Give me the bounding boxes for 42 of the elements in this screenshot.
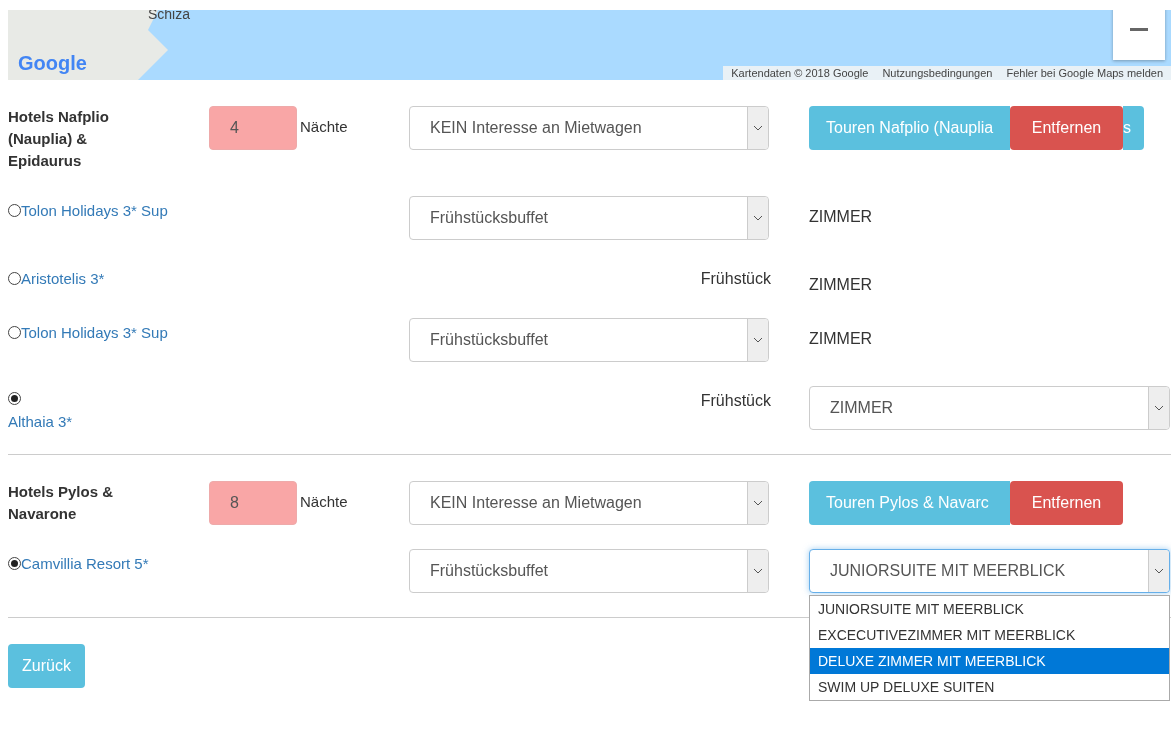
meal-label: Frühstück bbox=[700, 269, 771, 288]
dropdown-option[interactable]: SWIM UP DELUXE SUITEN bbox=[810, 674, 1169, 700]
nights-label: Nächte bbox=[300, 493, 348, 510]
nights-field[interactable]: 4 bbox=[209, 106, 297, 150]
hotel-link[interactable]: Tolon Holidays 3* Sup bbox=[21, 202, 168, 219]
room-label: ZIMMER bbox=[809, 207, 873, 226]
meal-label: Frühstück bbox=[700, 391, 771, 410]
chevron-icon bbox=[753, 215, 763, 221]
meal-select[interactable]: Frühstücksbuffet bbox=[409, 318, 769, 362]
chevron-icon bbox=[1154, 568, 1164, 574]
meal-select[interactable]: Frühstücksbuffet bbox=[409, 549, 769, 593]
chevron-icon bbox=[753, 125, 763, 131]
minus-icon bbox=[1130, 28, 1148, 32]
remove-button[interactable]: Entfernen bbox=[1010, 106, 1123, 150]
nights-label: Nächte bbox=[300, 118, 348, 135]
chevron-icon bbox=[753, 568, 763, 574]
chevron-icon bbox=[753, 500, 763, 506]
dropdown-option[interactable]: EXCECUTIVEZIMMER MIT MEERBLICK bbox=[810, 622, 1169, 648]
hotel-link[interactable]: Aristotelis 3* bbox=[21, 270, 105, 287]
map-attribution[interactable]: Fehler bei Google Maps melden bbox=[1006, 67, 1163, 79]
room-label: ZIMMER bbox=[809, 275, 873, 294]
chevron-icon bbox=[753, 337, 763, 343]
room-select[interactable]: ZIMMER bbox=[809, 386, 1170, 430]
room-label: ZIMMER bbox=[809, 329, 873, 348]
map-attribution[interactable]: Kartendaten © 2018 Google bbox=[731, 67, 869, 79]
dropdown-option[interactable]: JUNIORSUITE MIT MEERBLICK bbox=[810, 596, 1169, 622]
room-select[interactable]: JUNIORSUITE MIT MEERBLICK bbox=[809, 549, 1170, 593]
group-title: Hotels Nafplio (Nauplia) & Epidaurus bbox=[8, 107, 110, 171]
remove-button[interactable]: Entfernen bbox=[1010, 481, 1123, 525]
zoom-out-button[interactable] bbox=[1113, 10, 1165, 60]
dropdown-option[interactable]: DELUXE ZIMMER MIT MEERBLICK bbox=[810, 648, 1169, 674]
group-title: Hotels Pylos & Navarone bbox=[8, 482, 115, 524]
hotel-link[interactable]: Tolon Holidays 3* Sup bbox=[21, 324, 168, 341]
hotel-link[interactable]: Althaia 3* bbox=[8, 413, 73, 430]
chevron-icon bbox=[1154, 405, 1164, 411]
car-select[interactable]: KEIN Interesse an Mietwagen bbox=[409, 481, 769, 525]
map-attribution[interactable]: Nutzungsbedingungen bbox=[882, 67, 993, 79]
hotel-link[interactable]: Camvillia Resort 5* bbox=[21, 555, 149, 572]
meal-select[interactable]: Frühstücksbuffet bbox=[409, 196, 769, 240]
car-select[interactable]: KEIN Interesse an Mietwagen bbox=[409, 106, 769, 150]
google-logo: Google bbox=[18, 52, 87, 75]
nights-field[interactable]: 8 bbox=[209, 481, 297, 525]
